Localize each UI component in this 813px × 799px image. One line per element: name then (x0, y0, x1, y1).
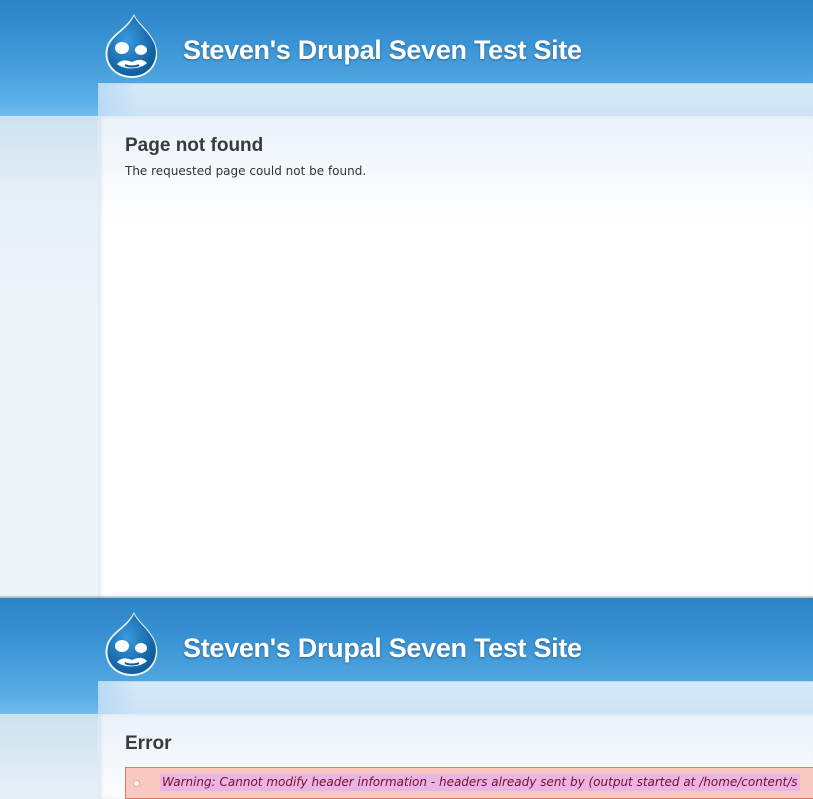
nav-band (98, 681, 813, 715)
main-content: Page not found The requested page could … (99, 116, 813, 598)
site-name[interactable]: Steven's Drupal Seven Test Site (183, 633, 582, 664)
drupal-logo-icon[interactable] (100, 610, 164, 680)
nav-band-corner (99, 682, 139, 714)
site-name[interactable]: Steven's Drupal Seven Test Site (183, 35, 582, 66)
drupal-logo-icon[interactable] (100, 12, 164, 82)
warning-message: Warning: Cannot modify header informatio… (160, 774, 800, 791)
nav-band (98, 83, 813, 117)
page-title: Error (125, 733, 172, 754)
error-message-box: Warning: Cannot modify header informatio… (125, 767, 813, 799)
page-body-text: The requested page could not be found. (125, 164, 367, 178)
nav-band-corner (99, 84, 139, 116)
page-title: Page not found (125, 135, 264, 156)
list-bullet-icon (133, 780, 140, 787)
screenshot-page-not-found: Steven's Drupal Seven Test Site Page not… (0, 0, 813, 598)
main-content: Error Warning: Cannot modify header info… (99, 714, 813, 799)
left-sidebar (0, 116, 99, 598)
left-sidebar (0, 714, 99, 799)
screenshot-error: Steven's Drupal Seven Test Site Error Wa… (0, 598, 813, 799)
